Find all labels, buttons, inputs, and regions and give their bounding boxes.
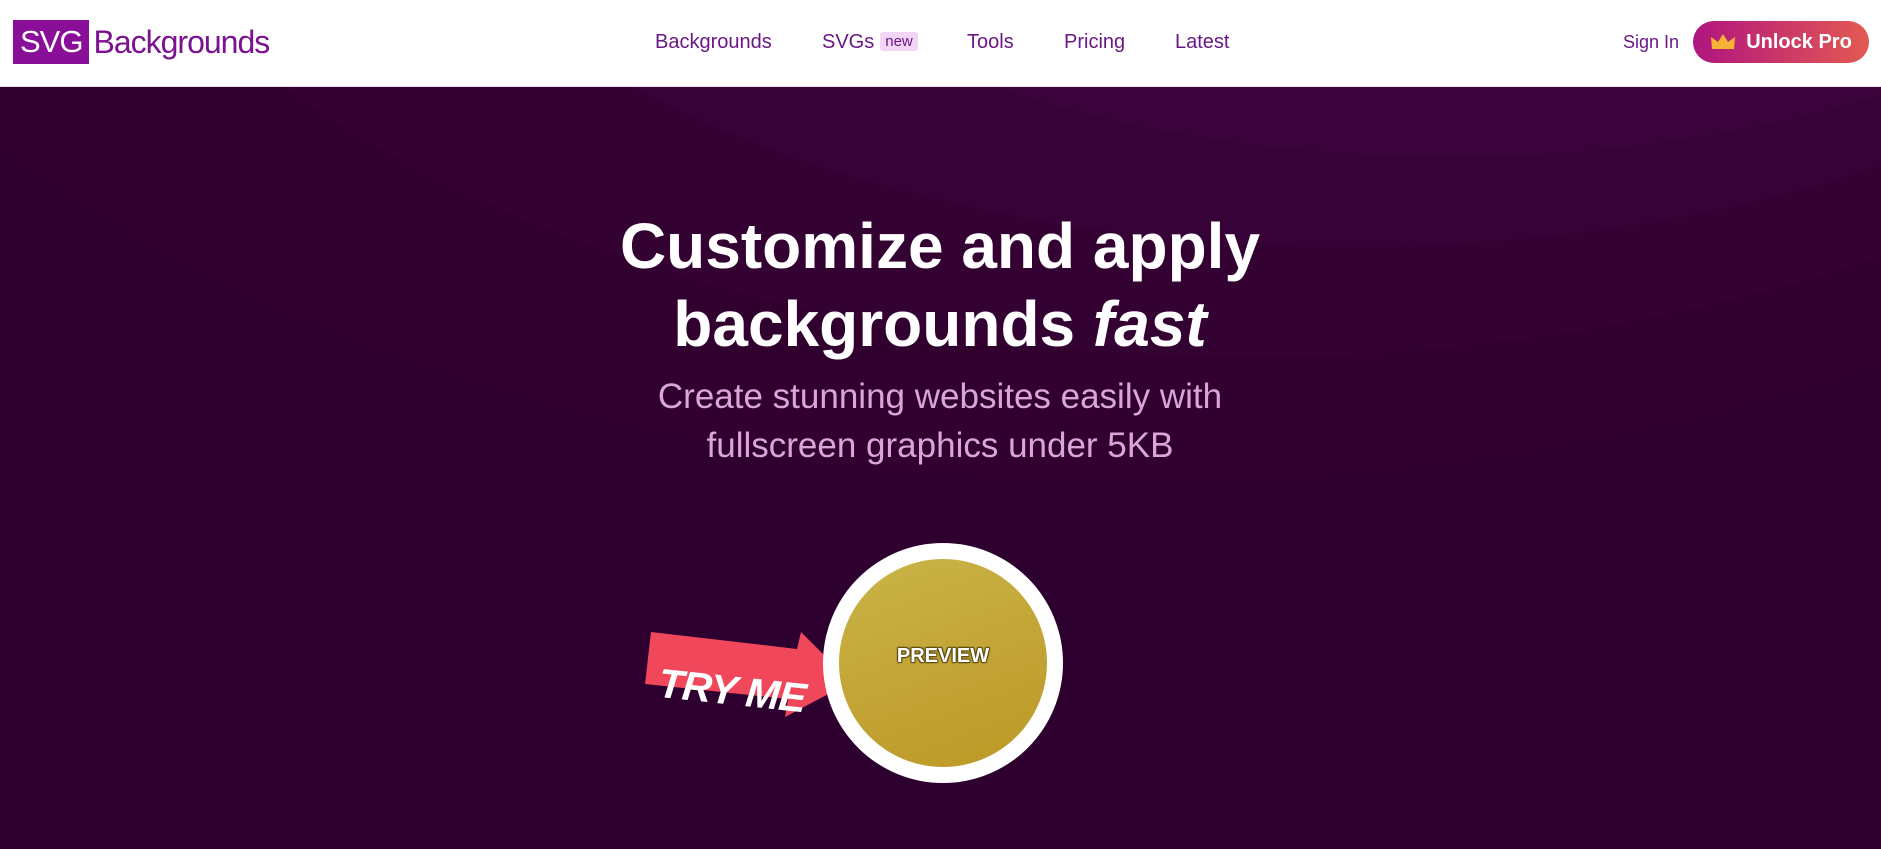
- hero-subtitle-line2: fullscreen graphics under 5KB: [706, 426, 1174, 465]
- nav-latest[interactable]: Latest: [1175, 31, 1229, 54]
- hero-section: Customize and apply backgrounds fast Cre…: [0, 87, 1881, 849]
- unlock-pro-button[interactable]: Unlock Pro: [1693, 21, 1869, 63]
- crown-icon: [1711, 34, 1736, 49]
- nav-svgs[interactable]: SVGs new: [822, 31, 918, 54]
- new-badge: new: [880, 32, 918, 51]
- hero-title-emphasis: fast: [1092, 288, 1207, 360]
- hero-title: Customize and apply backgrounds fast: [540, 207, 1340, 363]
- logo-wordmark: Backgrounds: [93, 23, 270, 60]
- hero-subtitle-line1: Create stunning websites easily with: [657, 377, 1223, 416]
- nav-svgs-label: SVGs: [822, 31, 875, 53]
- preview-button[interactable]: PREVIEW: [823, 543, 1063, 783]
- preview-swatch: PREVIEW: [839, 559, 1047, 767]
- sign-in-link[interactable]: Sign In: [1623, 32, 1679, 53]
- nav-pricing[interactable]: Pricing: [1064, 31, 1125, 54]
- top-navbar: SVG Backgrounds Backgrounds SVGs new Tool…: [0, 0, 1881, 87]
- nav-tools[interactable]: Tools: [967, 31, 1014, 54]
- hero-title-line2: backgrounds: [673, 288, 1076, 360]
- hero-subtitle: Create stunning websites easily with ful…: [590, 372, 1290, 470]
- nav-backgrounds[interactable]: Backgrounds: [655, 31, 772, 54]
- unlock-pro-label: Unlock Pro: [1746, 30, 1852, 53]
- logo[interactable]: SVG Backgrounds: [13, 20, 270, 64]
- preview-label: PREVIEW: [896, 645, 990, 667]
- logo-mark: SVG: [13, 20, 90, 64]
- hero-title-line1: Customize and apply: [619, 210, 1261, 282]
